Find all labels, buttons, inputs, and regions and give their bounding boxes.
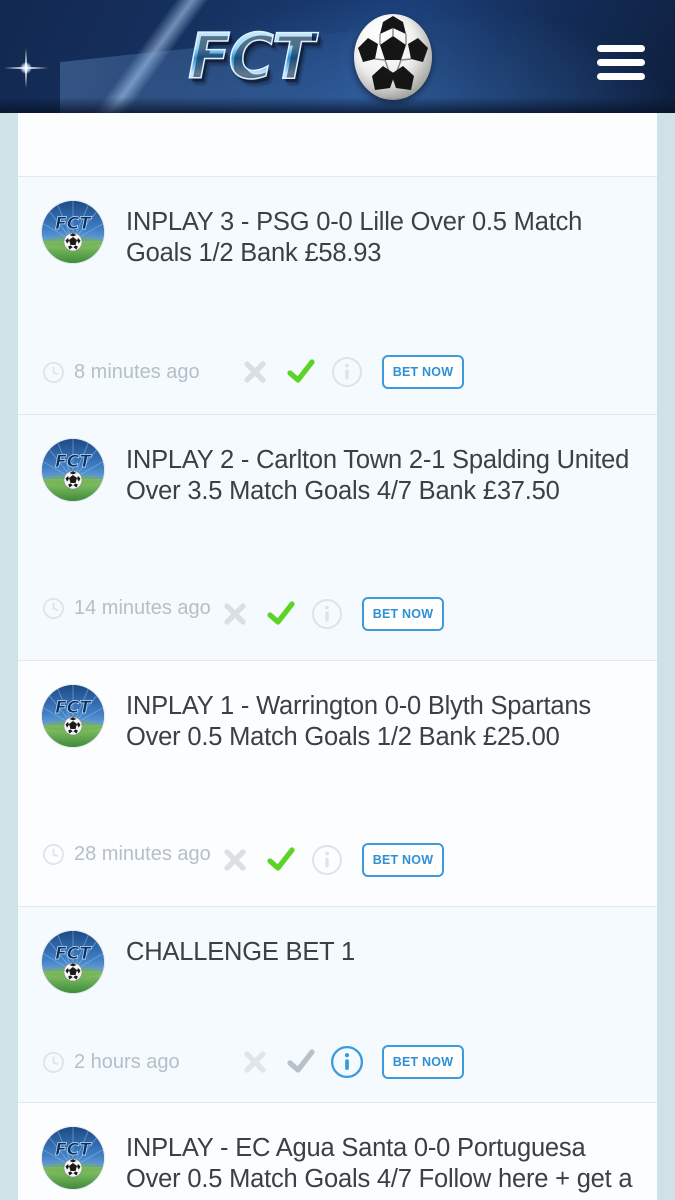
info-icon[interactable] xyxy=(304,592,350,636)
cross-icon[interactable] xyxy=(212,592,258,636)
bet-feed-list: ago xyxy=(18,113,657,1200)
card-icon-group: BET NOW xyxy=(212,838,444,882)
card-title: INPLAY 3 - PSG 0-0 Lille Over 0.5 Match … xyxy=(126,208,583,267)
card-header-row: FCT INPLAY 2 - Carlton Town 2-1 Spalding… xyxy=(18,415,657,507)
page-left-margin xyxy=(0,113,18,1200)
bet-now-button[interactable]: BET NOW xyxy=(362,597,444,631)
clock-icon xyxy=(43,362,64,383)
check-icon[interactable] xyxy=(278,350,324,394)
timestamp-text: 2 hours ago xyxy=(74,1051,180,1073)
card-title: INPLAY - EC Agua Santa 0-0 Portuguesa Ov… xyxy=(126,1134,633,1193)
timestamp: 2 hours ago xyxy=(42,1048,232,1076)
avatar[interactable]: FCT xyxy=(42,439,104,501)
bet-now-button[interactable]: BET NOW xyxy=(382,1045,464,1079)
card-title: INPLAY 2 - Carlton Town 2-1 Spalding Uni… xyxy=(126,446,630,505)
hamburger-bar-2 xyxy=(597,59,645,66)
page-right-margin xyxy=(657,113,675,1200)
timestamp: 28 minutes ago xyxy=(42,840,212,868)
card-header-row: FCT INPLAY - EC Agua Santa 0-0 Portugues… xyxy=(18,1103,657,1195)
timestamp: 14 minutes ago xyxy=(42,594,212,622)
header-star-flare-icon xyxy=(4,46,48,90)
card-title: CHALLENGE BET 1 xyxy=(126,938,355,966)
info-icon[interactable] xyxy=(324,1040,370,1084)
card-title: INPLAY 1 - Warrington 0-0 Blyth Spartans… xyxy=(126,692,591,751)
feed-card[interactable]: FCT INPLAY 1 - Warrington 0-0 Blyth Spar… xyxy=(18,661,657,907)
card-actions-row: 14 minutes ago BET NOW xyxy=(18,594,657,646)
card-icon-group: BET NOW xyxy=(232,350,464,394)
hamburger-menu-icon[interactable] xyxy=(597,45,645,81)
clock-icon xyxy=(43,844,64,865)
timestamp-text: 8 minutes ago xyxy=(74,361,200,383)
check-icon[interactable] xyxy=(258,592,304,636)
card-header-row: FCT CHALLENGE BET 1 xyxy=(18,907,657,993)
timestamp-text: 28 minutes ago xyxy=(74,843,211,865)
feed-card-partial-top[interactable]: ago xyxy=(18,113,657,177)
feed-card-partial-bottom[interactable]: FCT INPLAY - EC Agua Santa 0-0 Portugues… xyxy=(18,1103,657,1200)
card-icon-group: BET NOW xyxy=(232,1040,464,1084)
feed-card[interactable]: FCT INPLAY 3 - PSG 0-0 Lille Over 0.5 Ma… xyxy=(18,177,657,415)
cross-icon[interactable] xyxy=(212,838,258,882)
card-actions-row: 2 hours ago BET NOW xyxy=(18,1036,657,1088)
site-logo[interactable]: FCT FCT xyxy=(187,8,442,112)
feed-card[interactable]: FCT CHALLENGE BET 1 2 hours ago BET NOW xyxy=(18,907,657,1103)
card-header-row: FCT INPLAY 1 - Warrington 0-0 Blyth Spar… xyxy=(18,661,657,753)
avatar[interactable]: FCT xyxy=(42,1127,104,1189)
header-bottom-shade xyxy=(0,97,675,113)
timestamp-text: 14 minutes ago xyxy=(74,597,211,619)
check-icon[interactable] xyxy=(258,838,304,882)
svg-text:FCT: FCT xyxy=(55,452,92,472)
bet-now-button[interactable]: BET NOW xyxy=(362,843,444,877)
svg-text:FCT: FCT xyxy=(55,944,92,964)
card-actions-row: 28 minutes ago BET NOW xyxy=(18,840,657,892)
cross-icon[interactable] xyxy=(232,1040,278,1084)
card-icon-group: BET NOW xyxy=(212,592,444,636)
app-page: FCT FCT FCT INPLAY 3 - PSG 0-0 Lille Ove… xyxy=(0,0,675,1200)
svg-text:FCT: FCT xyxy=(55,698,92,718)
timestamp: 8 minutes ago xyxy=(42,358,232,386)
app-header: FCT FCT xyxy=(0,0,675,113)
clock-icon xyxy=(43,1052,64,1073)
logo-text-outline: FCT xyxy=(187,19,315,94)
hamburger-bar-3 xyxy=(597,73,645,80)
info-icon[interactable] xyxy=(304,838,350,882)
clock-icon xyxy=(43,598,64,619)
avatar[interactable]: FCT xyxy=(42,201,104,263)
info-icon[interactable] xyxy=(324,350,370,394)
soccer-ball-icon xyxy=(354,14,432,100)
feed-card[interactable]: FCT INPLAY 2 - Carlton Town 2-1 Spalding… xyxy=(18,415,657,661)
bet-now-button[interactable]: BET NOW xyxy=(382,355,464,389)
svg-text:FCT: FCT xyxy=(55,214,92,234)
check-icon[interactable] xyxy=(278,1040,324,1084)
cross-icon[interactable] xyxy=(232,350,278,394)
hamburger-bar-1 xyxy=(597,45,645,52)
avatar[interactable]: FCT xyxy=(42,685,104,747)
card-header-row: FCT INPLAY 3 - PSG 0-0 Lille Over 0.5 Ma… xyxy=(18,177,657,269)
card-actions-row: 8 minutes ago BET NOW xyxy=(18,346,657,398)
svg-text:FCT: FCT xyxy=(55,1140,92,1160)
avatar[interactable]: FCT xyxy=(42,931,104,993)
